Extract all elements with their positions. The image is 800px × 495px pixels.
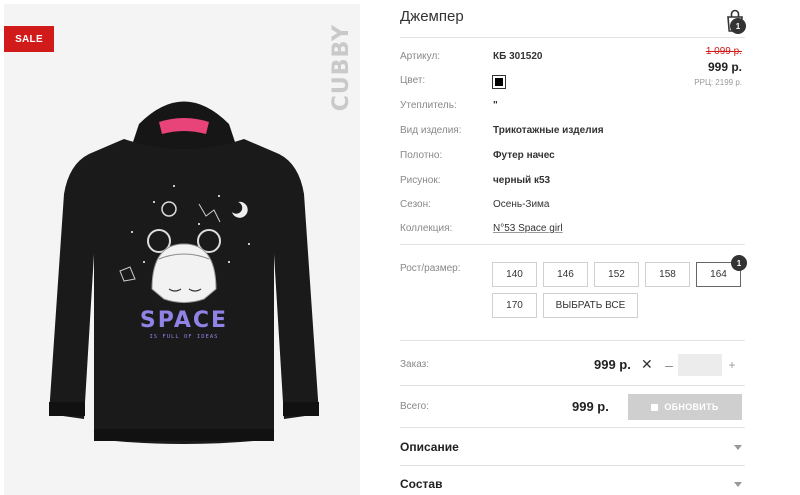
attr-value-article: КБ 301520 [493, 51, 543, 62]
accordion-title: Состав [400, 477, 443, 491]
attr-label-color: Цвет: [400, 75, 426, 86]
size-button-170[interactable]: 170 [492, 293, 537, 318]
cart-small-icon [651, 403, 659, 411]
size-button-140[interactable]: 140 [492, 262, 537, 287]
size-button-158[interactable]: 158 [645, 262, 690, 287]
attr-label-insulation: Утеплитель: [400, 100, 457, 111]
attr-value-product-type: Трикотажные изделия [493, 125, 604, 136]
divider [400, 244, 745, 245]
attr-label-collection: Коллекция: [400, 223, 453, 234]
divider [400, 427, 745, 428]
select-all-button[interactable]: ВЫБРАТЬ ВСЕ [543, 293, 638, 318]
divider [400, 37, 745, 38]
product-gallery[interactable]: SALE CUBBY SPACE IS FULL OF IDEAS [4, 4, 360, 495]
print-title: SPACE [140, 308, 228, 333]
quantity-increment-button[interactable]: + [725, 354, 739, 376]
color-swatch[interactable] [492, 75, 506, 89]
product-image[interactable]: SPACE IS FULL OF IDEAS [34, 84, 334, 464]
recommended-price: РРЦ: 2199 р. [694, 78, 742, 87]
attr-label-fabric: Полотно: [400, 150, 443, 161]
attr-label-article: Артикул: [400, 51, 441, 62]
divider [400, 465, 745, 466]
chevron-down-icon [734, 481, 742, 487]
cart-count-badge: 1 [730, 18, 746, 34]
size-button-152[interactable]: 152 [594, 262, 639, 287]
update-button-label: ОБНОВИТЬ [664, 402, 719, 412]
size-label: Рост/размер: [400, 263, 461, 274]
size-count-badge: 1 [731, 255, 747, 271]
order-label: Заказ: [400, 359, 430, 370]
size-button-146[interactable]: 146 [543, 262, 588, 287]
attr-value-fabric: Футер начес [493, 150, 555, 161]
update-button[interactable]: ОБНОВИТЬ [628, 394, 742, 420]
attr-value-insulation: " [493, 100, 498, 111]
sale-badge: SALE [4, 26, 54, 52]
attr-label-product-type: Вид изделия: [400, 125, 462, 136]
attr-value-pattern: черный к53 [493, 175, 551, 186]
attr-value-season: Осень-Зима [493, 199, 550, 210]
print-subtitle: IS FULL OF IDEAS [150, 334, 219, 340]
collection-link[interactable]: N°53 Space girl [493, 223, 563, 234]
order-price: 999 р. [594, 357, 631, 372]
attr-label-season: Сезон: [400, 199, 431, 210]
divider [400, 340, 745, 341]
divider [400, 385, 745, 386]
quantity-input[interactable] [678, 354, 722, 376]
accordion-title: Описание [400, 440, 459, 454]
current-price: 999 р. [707, 60, 742, 74]
quantity-decrement-button[interactable]: – [662, 354, 676, 376]
accordion-description[interactable]: Описание [400, 437, 745, 457]
total-label: Всего: [400, 401, 429, 412]
product-title: Джемпер [400, 8, 464, 25]
chevron-down-icon [734, 444, 742, 450]
attr-label-pattern: Рисунок: [400, 175, 441, 186]
accordion-composition[interactable]: Состав [400, 474, 745, 494]
total-price: 999 р. [572, 399, 609, 414]
remove-icon[interactable]: ✕ [641, 356, 653, 373]
old-price: 1 099 р. [705, 46, 742, 57]
